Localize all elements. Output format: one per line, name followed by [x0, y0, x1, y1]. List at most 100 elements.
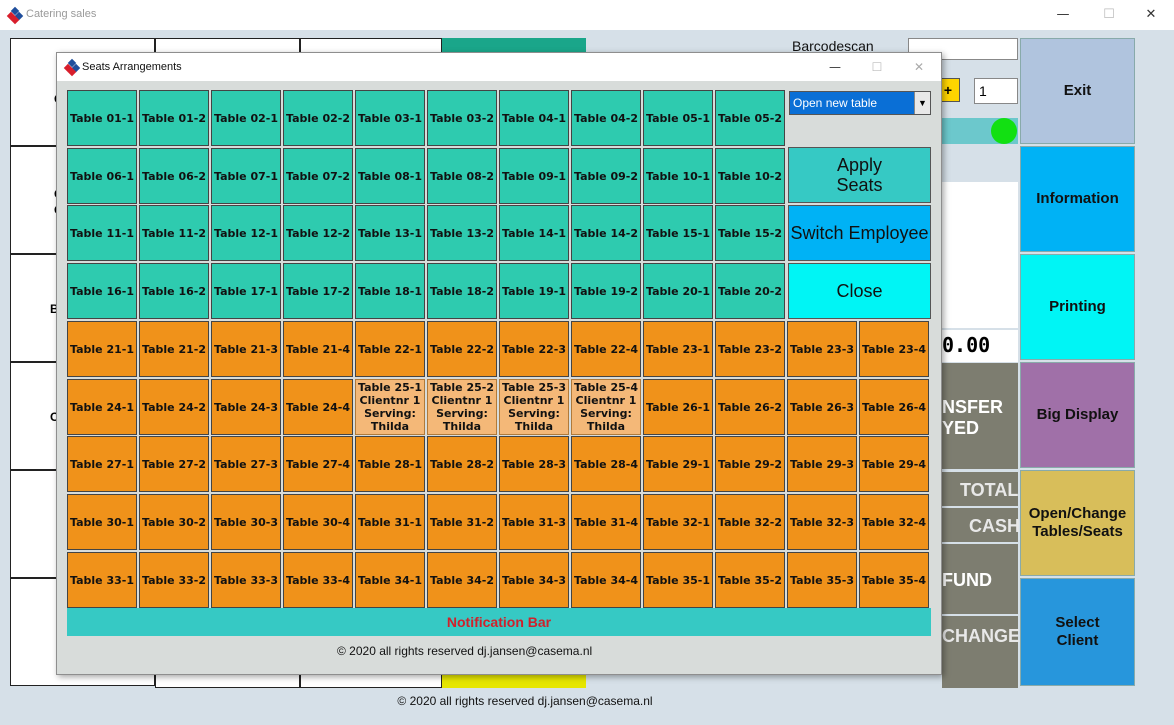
- seat-button[interactable]: Table 32-2: [715, 494, 785, 550]
- apply-seats-button[interactable]: Apply Seats: [788, 147, 931, 203]
- seat-button[interactable]: Table 29-1: [643, 436, 713, 492]
- seat-button[interactable]: Table 06-2: [139, 148, 209, 204]
- seat-button[interactable]: Table 04-1: [499, 90, 569, 146]
- seat-button[interactable]: Table 07-1: [211, 148, 281, 204]
- seat-button[interactable]: Table 13-2: [427, 205, 497, 261]
- seat-button[interactable]: Table 12-1: [211, 205, 281, 261]
- seat-button[interactable]: Table 26-3: [787, 379, 857, 435]
- seat-button[interactable]: Table 26-1: [643, 379, 713, 435]
- printing-button[interactable]: Printing: [1020, 254, 1135, 360]
- select-client-button[interactable]: Select Client: [1020, 578, 1135, 686]
- seat-button[interactable]: Table 33-4: [283, 552, 353, 608]
- seat-button[interactable]: Table 29-2: [715, 436, 785, 492]
- seat-button[interactable]: Table 25-2 Clientnr 1 Serving: Thilda: [427, 379, 497, 435]
- seat-button[interactable]: Table 12-2: [283, 205, 353, 261]
- seat-button[interactable]: Table 01-1: [67, 90, 137, 146]
- close-button[interactable]: Close: [788, 263, 931, 319]
- close-window-button[interactable]: ✕: [1128, 0, 1174, 30]
- seat-button[interactable]: Table 31-1: [355, 494, 425, 550]
- seat-button[interactable]: Table 32-4: [859, 494, 929, 550]
- seat-button[interactable]: Table 22-1: [355, 321, 425, 377]
- seat-button[interactable]: Table 34-3: [499, 552, 569, 608]
- seat-button[interactable]: Table 35-1: [643, 552, 713, 608]
- seat-button[interactable]: Table 30-4: [283, 494, 353, 550]
- maximize-button[interactable]: ☐: [1086, 0, 1132, 30]
- seat-button[interactable]: Table 31-2: [427, 494, 497, 550]
- table-select[interactable]: Open new table ▼: [789, 91, 931, 115]
- seat-button[interactable]: Table 01-2: [139, 90, 209, 146]
- seat-button[interactable]: Table 23-1: [643, 321, 713, 377]
- seat-button[interactable]: Table 02-2: [283, 90, 353, 146]
- seat-button[interactable]: Table 21-1: [67, 321, 137, 377]
- chevron-down-icon[interactable]: ▼: [914, 92, 930, 114]
- seat-button[interactable]: Table 33-3: [211, 552, 281, 608]
- seat-button[interactable]: Table 24-1: [67, 379, 137, 435]
- seat-button[interactable]: Table 31-4: [571, 494, 641, 550]
- seat-button[interactable]: Table 21-3: [211, 321, 281, 377]
- big-display-button[interactable]: Big Display: [1020, 362, 1135, 468]
- seat-button[interactable]: Table 22-4: [571, 321, 641, 377]
- seat-button[interactable]: Table 30-1: [67, 494, 137, 550]
- seat-button[interactable]: Table 31-3: [499, 494, 569, 550]
- seat-button[interactable]: Table 27-1: [67, 436, 137, 492]
- seat-button[interactable]: Table 05-1: [643, 90, 713, 146]
- seat-button[interactable]: Table 33-2: [139, 552, 209, 608]
- seat-button[interactable]: Table 26-4: [859, 379, 929, 435]
- seat-button[interactable]: Table 07-2: [283, 148, 353, 204]
- seat-button[interactable]: Table 15-1: [643, 205, 713, 261]
- seat-button[interactable]: Table 32-3: [787, 494, 857, 550]
- seat-button[interactable]: Table 25-3 Clientnr 1 Serving: Thilda: [499, 379, 569, 435]
- seat-button[interactable]: Table 18-1: [355, 263, 425, 319]
- seat-button[interactable]: Table 25-1 Clientnr 1 Serving: Thilda: [355, 379, 425, 435]
- seat-button[interactable]: Table 34-2: [427, 552, 497, 608]
- seat-button[interactable]: Table 30-3: [211, 494, 281, 550]
- seat-button[interactable]: Table 14-1: [499, 205, 569, 261]
- seat-button[interactable]: Table 10-1: [643, 148, 713, 204]
- minimize-button[interactable]: —: [1040, 0, 1086, 30]
- seat-button[interactable]: Table 09-2: [571, 148, 641, 204]
- seat-button[interactable]: Table 24-4: [283, 379, 353, 435]
- information-button[interactable]: Information: [1020, 146, 1135, 252]
- seat-button[interactable]: Table 20-1: [643, 263, 713, 319]
- dialog-maximize-button[interactable]: ☐: [855, 53, 899, 81]
- seat-button[interactable]: Table 08-2: [427, 148, 497, 204]
- seat-button[interactable]: Table 27-4: [283, 436, 353, 492]
- seat-button[interactable]: Table 21-4: [283, 321, 353, 377]
- seat-button[interactable]: Table 18-2: [427, 263, 497, 319]
- seat-button[interactable]: Table 28-4: [571, 436, 641, 492]
- seat-button[interactable]: Table 14-2: [571, 205, 641, 261]
- seat-button[interactable]: Table 33-1: [67, 552, 137, 608]
- seat-button[interactable]: Table 02-1: [211, 90, 281, 146]
- seat-button[interactable]: Table 28-3: [499, 436, 569, 492]
- seat-button[interactable]: Table 20-2: [715, 263, 785, 319]
- seat-button[interactable]: Table 35-2: [715, 552, 785, 608]
- seat-button[interactable]: Table 28-1: [355, 436, 425, 492]
- qty-stepper[interactable]: 1: [974, 78, 1018, 104]
- seat-button[interactable]: Table 23-2: [715, 321, 785, 377]
- seat-button[interactable]: Table 35-3: [787, 552, 857, 608]
- seat-button[interactable]: Table 27-3: [211, 436, 281, 492]
- exit-button[interactable]: Exit: [1020, 38, 1135, 144]
- seat-button[interactable]: Table 35-4: [859, 552, 929, 608]
- seat-button[interactable]: Table 29-3: [787, 436, 857, 492]
- dialog-close-button[interactable]: ✕: [897, 53, 941, 81]
- dialog-minimize-button[interactable]: —: [813, 53, 857, 81]
- refund-button[interactable]: FUND: [942, 544, 1018, 614]
- seat-button[interactable]: Table 08-1: [355, 148, 425, 204]
- seat-button[interactable]: Table 22-2: [427, 321, 497, 377]
- seat-button[interactable]: Table 21-2: [139, 321, 209, 377]
- seat-button[interactable]: Table 19-1: [499, 263, 569, 319]
- seat-button[interactable]: Table 16-2: [139, 263, 209, 319]
- seat-button[interactable]: Table 25-4 Clientnr 1 Serving: Thilda: [571, 379, 641, 435]
- seat-button[interactable]: Table 13-1: [355, 205, 425, 261]
- seat-button[interactable]: Table 24-3: [211, 379, 281, 435]
- seat-button[interactable]: Table 06-1: [67, 148, 137, 204]
- seat-button[interactable]: Table 11-1: [67, 205, 137, 261]
- seat-button[interactable]: Table 28-2: [427, 436, 497, 492]
- seat-button[interactable]: Table 04-2: [571, 90, 641, 146]
- seat-button[interactable]: Table 15-2: [715, 205, 785, 261]
- seat-button[interactable]: Table 19-2: [571, 263, 641, 319]
- seat-button[interactable]: Table 03-1: [355, 90, 425, 146]
- seat-button[interactable]: Table 05-2: [715, 90, 785, 146]
- seat-button[interactable]: Table 29-4: [859, 436, 929, 492]
